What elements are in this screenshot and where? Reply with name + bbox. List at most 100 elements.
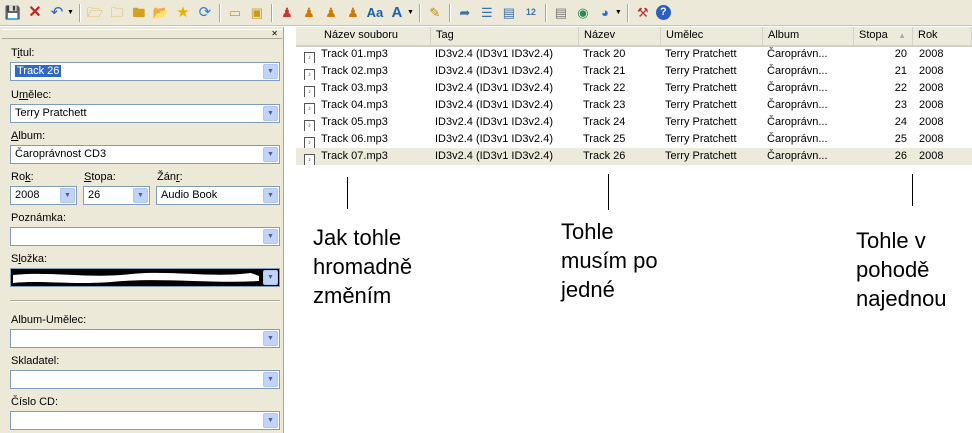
column-track[interactable]: Stopa ▲: [854, 27, 913, 45]
table-row[interactable]: ♪ Track 04.mp3 ID3v2.4 (ID3v1 ID3v2.4) Trac…: [296, 97, 972, 114]
cell-year: 2008: [919, 65, 944, 77]
table-row[interactable]: ♪ Track 07.mp3 ID3v2.4 (ID3v1 ID3v2.4) Trac…: [296, 148, 972, 165]
actions-icon[interactable]: ◕: [596, 4, 614, 22]
tag-from-filename-icon[interactable]: ♟: [278, 4, 296, 22]
cell-filename: ♪ Track 06.mp3: [296, 131, 431, 148]
column-filename[interactable]: Název souboru: [296, 27, 431, 45]
panel-divider: [10, 300, 280, 302]
text-file-icon[interactable]: ▤: [500, 4, 518, 22]
audio-file-icon: ♪: [304, 137, 315, 148]
column-artist[interactable]: Umělec: [661, 27, 763, 45]
open-folder-icon[interactable]: 🗁: [86, 4, 104, 22]
cell-album: Čaroprávn...: [767, 48, 828, 60]
chevron-down-icon[interactable]: ▼: [263, 229, 278, 244]
column-year[interactable]: Rok: [913, 27, 972, 45]
column-track-label: Stopa: [859, 29, 888, 41]
open-icon[interactable]: 📂: [152, 4, 170, 22]
web-sources-icon[interactable]: ◉: [574, 4, 592, 22]
help-icon[interactable]: ?: [655, 5, 671, 20]
export-icon[interactable]: ➦: [456, 4, 474, 22]
cell-track: 24: [894, 116, 907, 128]
table-row[interactable]: ♪ Track 03.mp3 ID3v2.4 (ID3v1 ID3v2.4) Trac…: [296, 80, 972, 97]
year-label: Rok:: [11, 171, 34, 183]
cell-album: Čaroprávn...: [767, 150, 828, 162]
cell-artist: Terry Pratchett: [665, 99, 737, 111]
annotation-bulk-change: Jak tohle hromadně změním: [313, 225, 413, 308]
chevron-down-icon[interactable]: ▼: [263, 147, 278, 162]
filename-from-tag-icon[interactable]: ♟: [300, 4, 318, 22]
cell-track: 26: [894, 150, 907, 162]
chevron-down-icon[interactable]: ▼: [133, 188, 148, 203]
track-field[interactable]: 26 ▼: [83, 186, 150, 205]
text-case-icon[interactable]: A: [388, 4, 406, 22]
table-row[interactable]: ♪ Track 06.mp3 ID3v2.4 (ID3v1 ID3v2.4) Trac…: [296, 131, 972, 148]
invert-selection-icon[interactable]: ▣: [248, 4, 266, 22]
cell-track: 25: [894, 133, 907, 145]
folder-icon[interactable]: 🖿: [130, 4, 148, 22]
actions-dropdown-icon[interactable]: ▼: [615, 9, 622, 16]
text-case-dropdown-icon[interactable]: ▼: [407, 9, 414, 16]
tag-from-tag-icon[interactable]: ♟: [344, 4, 362, 22]
chevron-down-icon[interactable]: ▼: [263, 106, 278, 121]
chevron-down-icon[interactable]: ▼: [263, 372, 278, 387]
comment-field[interactable]: ▼: [10, 227, 280, 246]
folder-field[interactable]: ▼: [10, 268, 280, 287]
table-row[interactable]: ♪ Track 01.mp3 ID3v2.4 (ID3v1 ID3v2.4) Trac…: [296, 46, 972, 63]
cell-filename: ♪ Track 05.mp3: [296, 114, 431, 131]
artist-field[interactable]: Terry Pratchett ▼: [10, 104, 280, 123]
cell-artist: Terry Pratchett: [665, 65, 737, 77]
numbering-icon[interactable]: 12: [522, 4, 540, 22]
select-all-icon[interactable]: ▭: [226, 4, 244, 22]
save-icon[interactable]: 💾: [4, 4, 22, 22]
table-row[interactable]: ♪ Track 02.mp3 ID3v2.4 (ID3v1 ID3v2.4) Trac…: [296, 63, 972, 80]
filename-from-filename-icon[interactable]: ♟: [322, 4, 340, 22]
column-album[interactable]: Album: [763, 27, 854, 45]
playlist-icon[interactable]: ☰: [478, 4, 496, 22]
year-value: 2008: [15, 189, 40, 201]
disc-field[interactable]: ▼: [10, 411, 280, 430]
genre-value: Audio Book: [161, 189, 218, 201]
composer-label: Skladatel:: [11, 355, 60, 367]
add-folder-icon[interactable]: 🗀: [108, 4, 126, 22]
column-title[interactable]: Název: [579, 27, 661, 45]
panel-grip: ✕: [2, 29, 282, 39]
cell-filename: ♪ Track 03.mp3: [296, 80, 431, 97]
chevron-down-icon[interactable]: ▼: [263, 331, 278, 346]
genre-field[interactable]: Audio Book ▼: [156, 186, 280, 205]
tag-panel: ✕ Titul: Track 26 ▼ Umělec: Terry Pratch…: [0, 27, 284, 433]
cell-year: 2008: [919, 48, 944, 60]
toolbar-separator: [448, 3, 451, 22]
chevron-down-icon[interactable]: ▼: [263, 188, 278, 203]
cell-filename: ♪ Track 04.mp3: [296, 97, 431, 114]
undo-dropdown-icon[interactable]: ▼: [67, 9, 74, 16]
refresh-icon[interactable]: ⟳: [196, 4, 214, 22]
title-field[interactable]: Track 26 ▼: [10, 62, 280, 81]
cell-artist: Terry Pratchett: [665, 150, 737, 162]
close-panel-icon[interactable]: ✕: [271, 30, 278, 38]
chevron-down-icon[interactable]: ▼: [263, 64, 278, 79]
cell-title: Track 22: [583, 82, 626, 94]
cell-artist: Terry Pratchett: [665, 48, 737, 60]
comment-label: Poznámka:: [11, 212, 67, 224]
tools-icon[interactable]: ⚒: [634, 4, 652, 22]
year-field[interactable]: 2008 ▼: [10, 186, 77, 205]
chevron-down-icon[interactable]: ▼: [263, 413, 278, 428]
delete-icon[interactable]: ✕: [26, 4, 44, 22]
column-tag[interactable]: Tag: [431, 27, 579, 45]
cell-tag: ID3v2.4 (ID3v1 ID3v2.4): [435, 65, 553, 77]
undo-icon[interactable]: ↶: [48, 4, 66, 22]
chevron-down-icon[interactable]: ▼: [263, 270, 278, 285]
audio-file-icon: ♪: [304, 52, 315, 63]
scanner-icon[interactable]: ▤: [552, 4, 570, 22]
composer-field[interactable]: ▼: [10, 370, 280, 389]
cell-tag: ID3v2.4 (ID3v1 ID3v2.4): [435, 48, 553, 60]
chevron-down-icon[interactable]: ▼: [60, 188, 75, 203]
table-row[interactable]: ♪ Track 05.mp3 ID3v2.4 (ID3v1 ID3v2.4) Trac…: [296, 114, 972, 131]
cell-tag: ID3v2.4 (ID3v1 ID3v2.4): [435, 82, 553, 94]
cell-title: Track 24: [583, 116, 626, 128]
favorite-star-icon[interactable]: ★: [174, 4, 192, 22]
album-artist-field[interactable]: ▼: [10, 329, 280, 348]
edit-icon[interactable]: ✎: [426, 4, 444, 22]
autonumber-icon[interactable]: Aa: [366, 4, 384, 22]
album-field[interactable]: Čaroprávnost CD3 ▼: [10, 145, 280, 164]
